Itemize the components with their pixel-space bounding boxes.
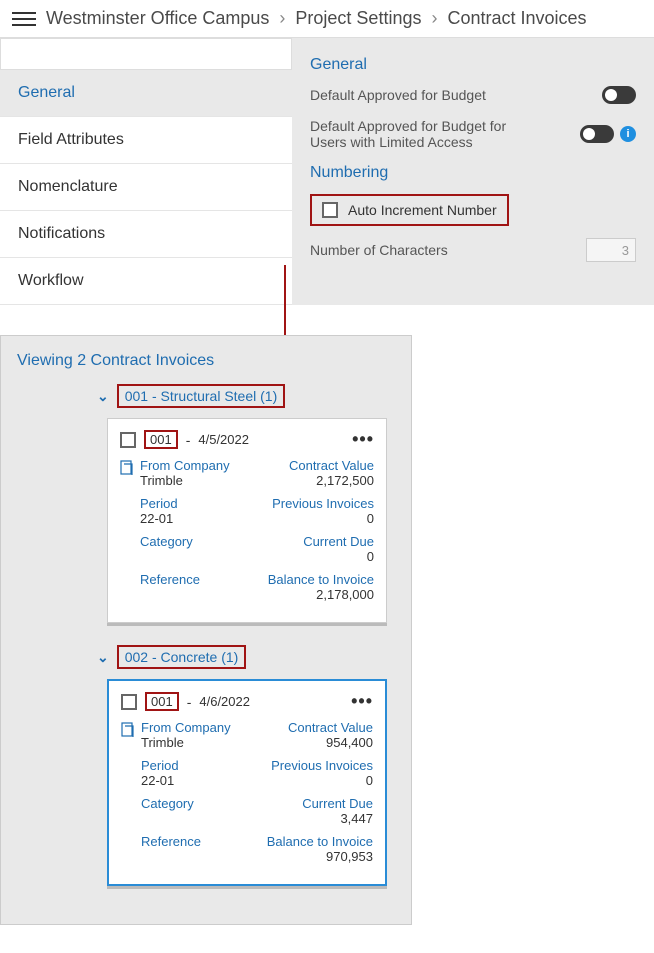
contract-value: 2,172,500 (316, 473, 374, 488)
category-label: Category (140, 534, 193, 549)
invoice-select-checkbox[interactable] (120, 432, 136, 448)
current-due-value: 0 (367, 549, 374, 564)
invoice-group-header[interactable]: ⌄ 002 - Concrete (1) (97, 645, 395, 669)
num-chars-input[interactable] (586, 238, 636, 262)
separator: - (187, 694, 192, 710)
settings-area: General Field Attributes Nomenclature No… (0, 37, 654, 305)
nav-general[interactable]: General (0, 70, 292, 117)
settings-nav: General Field Attributes Nomenclature No… (0, 38, 292, 305)
invoice-panel: Viewing 2 Contract Invoices ⌄ 001 - Stru… (0, 335, 412, 925)
default-approved-limited-label: Default Approved for Budget for Users wi… (310, 118, 540, 150)
invoice-number: 001 (145, 692, 179, 711)
previous-invoices-label: Previous Invoices (271, 758, 373, 773)
from-company-label: From Company (141, 720, 231, 735)
settings-form: General Default Approved for Budget Defa… (292, 38, 654, 305)
more-icon[interactable]: ••• (352, 429, 374, 450)
invoice-group-header[interactable]: ⌄ 001 - Structural Steel (1) (97, 384, 395, 408)
nav-nomenclature[interactable]: Nomenclature (0, 164, 292, 211)
from-company-value: Trimble (140, 473, 230, 488)
chevron-down-icon: ⌄ (97, 388, 109, 405)
reference-label: Reference (140, 572, 200, 587)
nav-workflow[interactable]: Workflow (0, 258, 292, 305)
nav-notifications[interactable]: Notifications (0, 211, 292, 258)
balance-value: 970,953 (326, 849, 373, 864)
invoice-card[interactable]: 001 - 4/5/2022 ••• From Company Trimble … (107, 418, 387, 623)
general-section-title: General (310, 56, 636, 74)
current-due-value: 3,447 (340, 811, 373, 826)
more-icon[interactable]: ••• (351, 691, 373, 712)
contract-value: 954,400 (326, 735, 373, 750)
contract-value-label: Contract Value (288, 720, 373, 735)
period-label: Period (141, 758, 179, 773)
category-label: Category (141, 796, 194, 811)
default-approved-limited-toggle[interactable] (580, 125, 614, 143)
default-approved-label: Default Approved for Budget (310, 87, 486, 103)
previous-invoices-value: 0 (367, 511, 374, 526)
invoice-date: 4/6/2022 (199, 694, 250, 709)
balance-label: Balance to Invoice (267, 834, 373, 849)
period-label: Period (140, 496, 178, 511)
numbering-section-title: Numbering (310, 164, 636, 182)
chevron-right-icon: › (431, 8, 437, 29)
hamburger-icon[interactable] (12, 12, 36, 26)
invoice-date: 4/5/2022 (198, 432, 249, 447)
previous-invoices-value: 0 (366, 773, 373, 788)
reference-label: Reference (141, 834, 201, 849)
from-company-label: From Company (140, 458, 230, 473)
document-icon (121, 722, 135, 738)
balance-value: 2,178,000 (316, 587, 374, 602)
balance-label: Balance to Invoice (268, 572, 374, 587)
contract-value-label: Contract Value (289, 458, 374, 473)
current-due-label: Current Due (302, 796, 373, 811)
app-header: Westminster Office Campus › Project Sett… (0, 0, 654, 37)
auto-increment-label: Auto Increment Number (348, 202, 497, 218)
info-icon[interactable]: i (620, 126, 636, 142)
period-value: 22-01 (141, 773, 179, 788)
breadcrumb-page[interactable]: Contract Invoices (447, 8, 586, 29)
breadcrumb-settings[interactable]: Project Settings (295, 8, 421, 29)
from-company-value: Trimble (141, 735, 231, 750)
num-chars-label: Number of Characters (310, 242, 448, 258)
breadcrumb-project[interactable]: Westminster Office Campus (46, 8, 269, 29)
default-approved-toggle[interactable] (602, 86, 636, 104)
group-label: 001 - Structural Steel (1) (117, 384, 286, 408)
group-label: 002 - Concrete (1) (117, 645, 247, 669)
invoice-panel-title: Viewing 2 Contract Invoices (17, 352, 395, 370)
invoice-select-checkbox[interactable] (121, 694, 137, 710)
period-value: 22-01 (140, 511, 178, 526)
auto-increment-checkbox[interactable] (322, 202, 338, 218)
invoice-number: 001 (144, 430, 178, 449)
separator: - (186, 432, 191, 448)
filter-bar[interactable] (0, 38, 292, 70)
auto-increment-highlight: Auto Increment Number (310, 194, 509, 226)
document-icon (120, 460, 134, 476)
nav-field-attributes[interactable]: Field Attributes (0, 117, 292, 164)
previous-invoices-label: Previous Invoices (272, 496, 374, 511)
chevron-down-icon: ⌄ (97, 649, 109, 666)
chevron-right-icon: › (279, 8, 285, 29)
current-due-label: Current Due (303, 534, 374, 549)
invoice-card[interactable]: 001 - 4/6/2022 ••• From Company Trimble … (107, 679, 387, 886)
